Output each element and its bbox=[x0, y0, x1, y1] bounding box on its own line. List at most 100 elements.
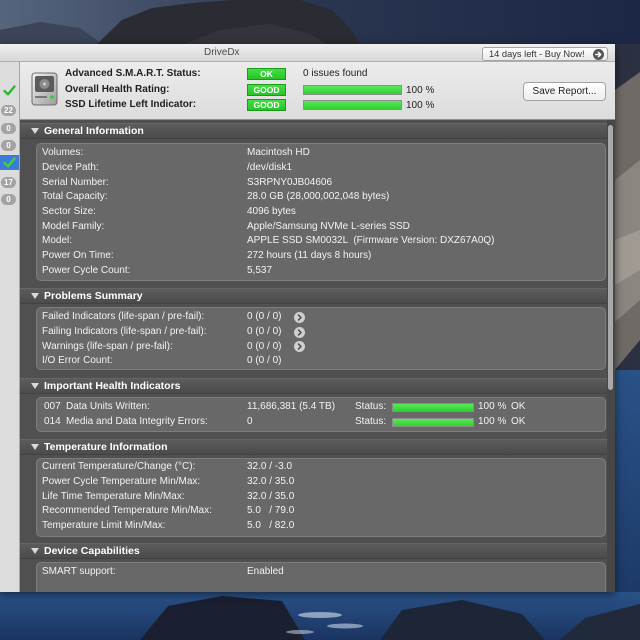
window-title: DriveDx bbox=[204, 47, 240, 58]
status-progress-bar bbox=[392, 402, 474, 412]
field-label: Model Family: bbox=[42, 220, 105, 232]
section-title: Problems Summary bbox=[44, 290, 143, 302]
health-progress-bar bbox=[303, 85, 402, 95]
health-percent: 100 % bbox=[406, 85, 435, 96]
lifetime-left-label: SSD Lifetime Left Indicator: bbox=[65, 99, 197, 110]
field-value: 0 (0 / 0) bbox=[247, 311, 282, 323]
field-value: 5.0 / 82.0 bbox=[247, 520, 295, 532]
status-percent: 100 % bbox=[478, 401, 507, 413]
row-data-units-written: 007 Data Units Written: 11,686,381 (5.4 … bbox=[37, 400, 605, 415]
field-value: APPLE SSD SM0032L (Firmware Version: DXZ… bbox=[247, 235, 495, 247]
section-header-important-health-indicators[interactable]: Important Health Indicators bbox=[20, 378, 607, 394]
section-header-temperature-information[interactable]: Temperature Information bbox=[20, 439, 607, 455]
sidebar-item-selected-drive[interactable] bbox=[0, 154, 19, 170]
row-power-on-time: Power On Time: 272 hours (11 days 8 hours… bbox=[37, 249, 605, 264]
title-bar[interactable]: DriveDx 14 days left - Buy Now! bbox=[0, 44, 615, 62]
field-label: Failed Indicators (life-span / pre-fail)… bbox=[42, 311, 205, 323]
field-label: Total Capacity: bbox=[42, 191, 108, 203]
field-value: 5.0 / 79.0 bbox=[247, 505, 295, 517]
sidebar-item-count[interactable]: 0 bbox=[0, 138, 19, 153]
sidebar-item-count[interactable]: 17 bbox=[0, 175, 19, 190]
row-failing-indicators: Failing Indicators (life-span / pre-fail… bbox=[37, 325, 605, 340]
field-label: Power Cycle Count: bbox=[42, 264, 131, 276]
field-label: Data Units Written: bbox=[66, 401, 150, 413]
arrow-right-circle-icon bbox=[593, 48, 604, 60]
problems-summary-panel: Failed Indicators (life-span / pre-fail)… bbox=[36, 307, 606, 370]
row-warnings: Warnings (life-span / pre-fail): 0 (0 / … bbox=[37, 339, 605, 354]
row-sector-size: Sector Size: 4096 bytes bbox=[37, 205, 605, 220]
save-report-button[interactable]: Save Report... bbox=[523, 82, 606, 101]
section-title: Device Capabilities bbox=[44, 545, 140, 557]
sidebar-item-count[interactable]: 22 bbox=[0, 103, 19, 118]
field-value: S3RPNY0JB04606 bbox=[247, 176, 333, 188]
section-title: Temperature Information bbox=[44, 441, 168, 453]
row-media-integrity-errors: 014 Media and Data Integrity Errors: 0 S… bbox=[37, 415, 605, 430]
field-label: Life Time Temperature Min/Max: bbox=[42, 490, 185, 502]
field-label: Warnings (life-span / pre-fail): bbox=[42, 340, 173, 352]
health-summary-header: Advanced S.M.A.R.T. Status: OK 0 issues … bbox=[20, 62, 615, 120]
field-value: 0 bbox=[247, 416, 253, 428]
count-badge: 0 bbox=[1, 122, 16, 134]
section-header-problems-summary[interactable]: Problems Summary bbox=[20, 288, 607, 304]
row-power-cycle-temperature: Power Cycle Temperature Min/Max: 32.0 / 3… bbox=[37, 475, 605, 490]
row-model: Model: APPLE SSD SM0032L (Firmware Versio… bbox=[37, 234, 605, 249]
smart-status-label: Advanced S.M.A.R.T. Status: bbox=[65, 68, 201, 79]
buy-now-button[interactable]: 14 days left - Buy Now! bbox=[482, 47, 608, 61]
disclosure-triangle-icon[interactable] bbox=[31, 444, 39, 451]
field-value: Apple/Samsung NVMe L-series SSD bbox=[247, 220, 410, 232]
go-arrow-icon[interactable] bbox=[293, 326, 305, 338]
field-value: Macintosh HD bbox=[247, 147, 310, 159]
field-label: Sector Size: bbox=[42, 206, 96, 218]
disclosure-triangle-icon[interactable] bbox=[31, 293, 39, 300]
sidebar-item-count[interactable]: 0 bbox=[0, 121, 19, 136]
row-model-family: Model Family: Apple/Samsung NVMe L-series… bbox=[37, 219, 605, 234]
row-total-capacity: Total Capacity: 28.0 GB (28,000,002,048 b… bbox=[37, 190, 605, 205]
go-arrow-icon[interactable] bbox=[293, 341, 305, 353]
row-io-error-count: I/O Error Count: 0 (0 / 0) bbox=[37, 354, 605, 369]
attribute-id: 007 bbox=[44, 401, 61, 413]
health-rating-label: Overall Health Rating: bbox=[65, 84, 170, 95]
field-value: 32.0 / 35.0 bbox=[247, 490, 295, 502]
status-badge: GOOD bbox=[247, 99, 286, 111]
field-value: 0 (0 / 0) bbox=[247, 355, 282, 367]
buy-now-label: 14 days left - Buy Now! bbox=[489, 49, 585, 59]
section-header-device-capabilities[interactable]: Device Capabilities bbox=[20, 543, 607, 559]
go-arrow-icon[interactable] bbox=[293, 311, 305, 323]
sidebar-item-drive[interactable] bbox=[0, 83, 19, 98]
field-value: 28.0 GB (28,000,002,048 bytes) bbox=[247, 191, 390, 203]
row-failed-indicators: Failed Indicators (life-span / pre-fail)… bbox=[37, 310, 605, 325]
section-header-general-information[interactable]: General Information bbox=[20, 123, 607, 139]
row-lifetime-temperature: Life Time Temperature Min/Max: 32.0 / 35.… bbox=[37, 489, 605, 504]
disclosure-triangle-icon[interactable] bbox=[31, 383, 39, 390]
row-temperature-limit: Temperature Limit Min/Max: 5.0 / 82.0 bbox=[37, 519, 605, 534]
drivedx-window: DriveDx 14 days left - Buy Now! 22 0 0 1… bbox=[0, 44, 615, 592]
status-label: Status: bbox=[355, 416, 387, 428]
field-value: 0 (0 / 0) bbox=[247, 326, 282, 338]
disclosure-triangle-icon[interactable] bbox=[31, 548, 39, 555]
field-label: Serial Number: bbox=[42, 176, 109, 188]
row-serial-number: Serial Number: S3RPNY0JB04606 bbox=[37, 175, 605, 190]
status-progress-bar bbox=[392, 417, 474, 427]
section-title: General Information bbox=[44, 125, 144, 137]
row-volumes: Volumes: Macintosh HD bbox=[37, 146, 605, 161]
section-title: Important Health Indicators bbox=[44, 380, 181, 392]
disclosure-triangle-icon[interactable] bbox=[31, 128, 39, 135]
field-label: Power Cycle Temperature Min/Max: bbox=[42, 476, 201, 488]
status-badge: OK bbox=[247, 68, 286, 80]
field-label: Device Path: bbox=[42, 162, 99, 174]
general-information-panel: Volumes: Macintosh HD Device Path: /dev/di… bbox=[36, 143, 606, 281]
temperature-panel: Current Temperature/Change (°C): 32.0 / -… bbox=[36, 458, 606, 537]
scrollbar-thumb[interactable] bbox=[608, 125, 613, 390]
field-label: Model: bbox=[42, 235, 73, 247]
status-percent: 100 % bbox=[478, 416, 507, 428]
field-label: Failing Indicators (life-span / pre-fail… bbox=[42, 326, 207, 338]
field-value: 32.0 / -3.0 bbox=[247, 461, 293, 473]
field-value: 4096 bytes bbox=[247, 206, 296, 218]
issues-summary: 0 issues found bbox=[303, 68, 368, 79]
attribute-id: 014 bbox=[44, 416, 61, 428]
field-value: /dev/disk1 bbox=[247, 162, 293, 174]
desktop: DriveDx 14 days left - Buy Now! 22 0 0 1… bbox=[0, 0, 640, 640]
sidebar-item-count[interactable]: 0 bbox=[0, 192, 19, 207]
field-label: SMART support: bbox=[42, 566, 116, 578]
smart-status-row: Advanced S.M.A.R.T. Status: OK 0 issues … bbox=[20, 67, 615, 81]
